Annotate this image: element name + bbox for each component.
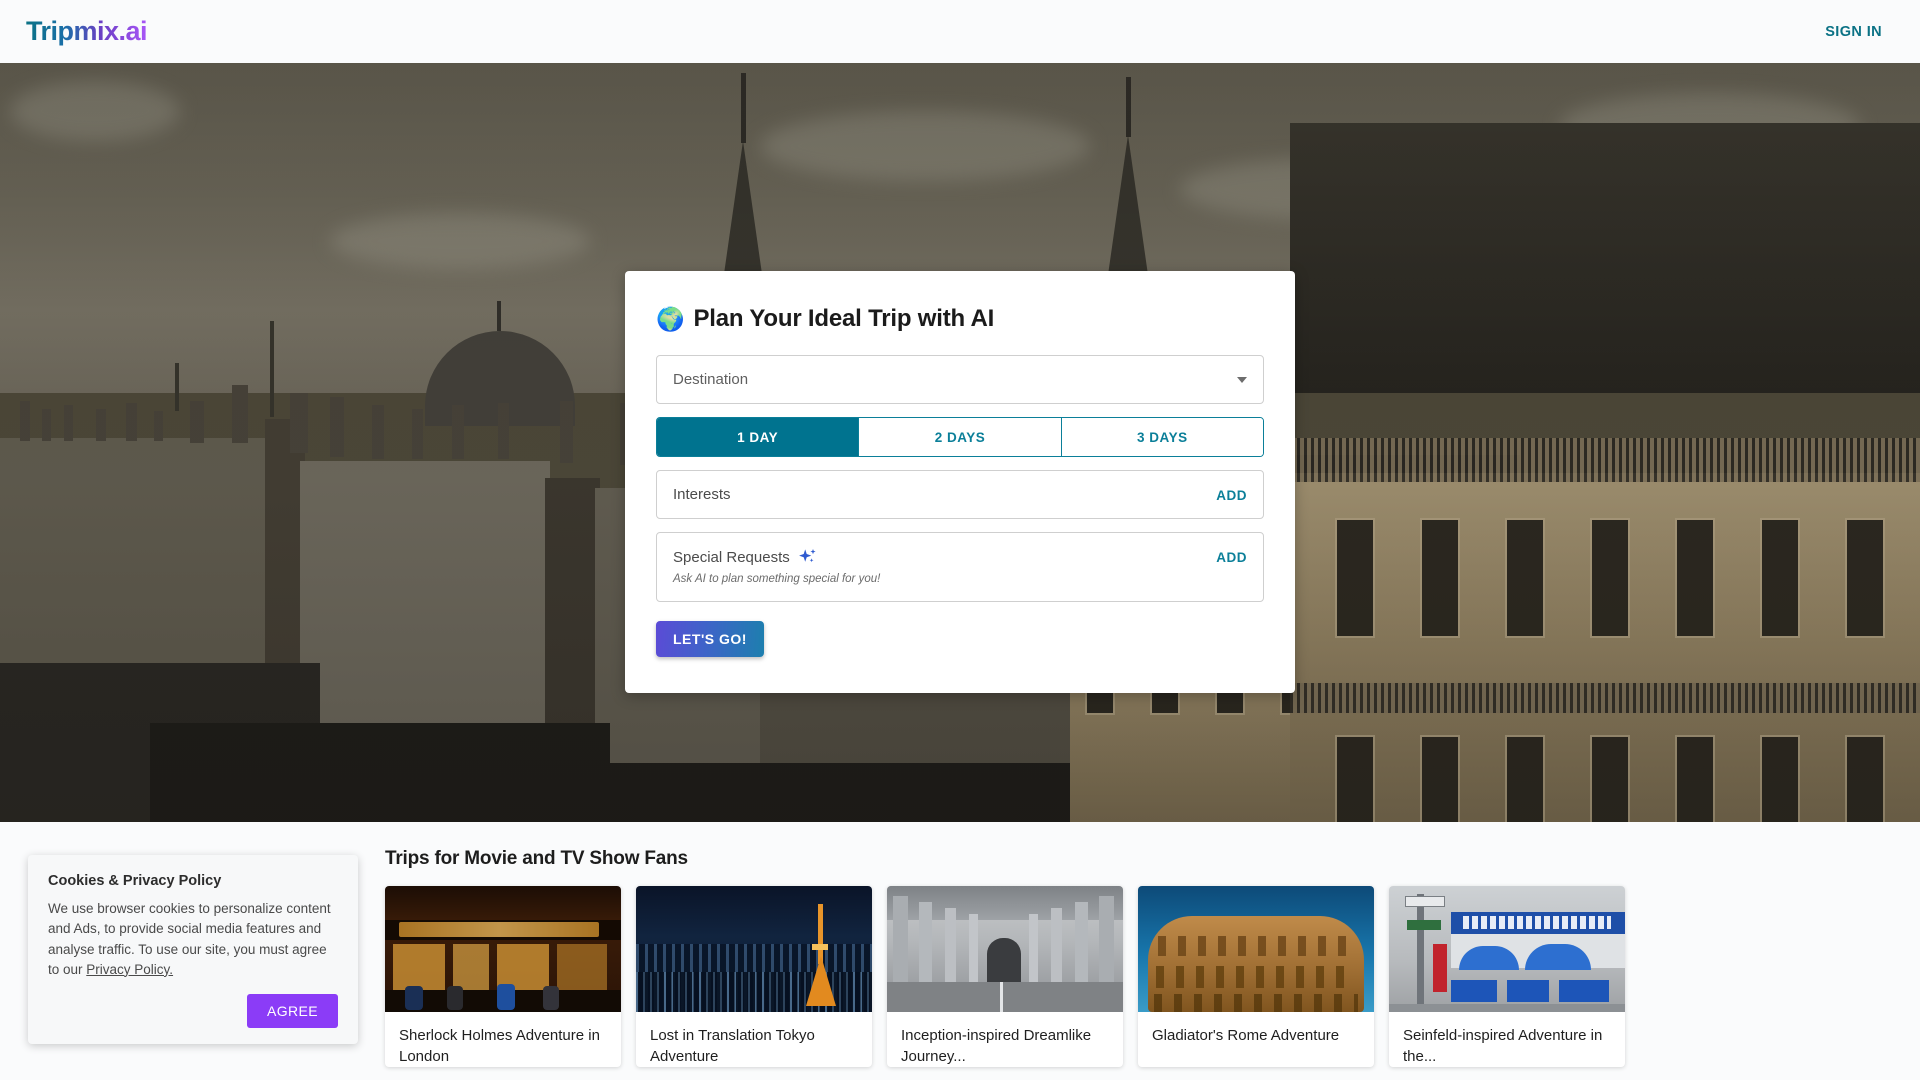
destination-select[interactable]: Destination [656, 355, 1264, 404]
trip-card-title: Sherlock Holmes Adventure in London [399, 1027, 600, 1065]
planner-title-text: Plan Your Ideal Trip with AI [693, 305, 995, 332]
interests-label: Interests [673, 486, 731, 503]
interests-row[interactable]: Interests ADD [656, 470, 1264, 519]
planner-title: 🌍 Plan Your Ideal Trip with AI [656, 305, 1264, 333]
trip-card-image [887, 886, 1123, 1012]
destination-placeholder: Destination [673, 371, 749, 388]
agree-button[interactable]: AGREE [246, 994, 338, 1028]
cookie-banner-actions: AGREE [48, 994, 338, 1028]
tab-1-day[interactable]: 1 DAY [657, 418, 860, 456]
special-requests-label: Special Requests [673, 548, 790, 566]
globe-icon: 🌍 [656, 305, 685, 332]
privacy-policy-link[interactable]: Privacy Policy. [86, 962, 173, 977]
special-requests-add-button[interactable]: ADD [1216, 548, 1247, 565]
trip-card-title: Seinfeld-inspired Adventure in the... [1403, 1027, 1603, 1065]
lets-go-button[interactable]: LET'S GO! [656, 621, 764, 657]
trips-section-title: Trips for Movie and TV Show Fans [385, 848, 688, 869]
hero-banner: 🌍 Plan Your Ideal Trip with AI Destinati… [0, 63, 1920, 822]
interests-add-button[interactable]: ADD [1216, 486, 1247, 503]
cookie-consent-banner: Cookies & Privacy Policy We use browser … [28, 855, 358, 1044]
trip-card-image [1138, 886, 1374, 1012]
trip-card-title: Inception-inspired Dreamlike Journey... [901, 1027, 1092, 1065]
trip-card[interactable]: Sherlock Holmes Adventure in London [385, 886, 621, 1068]
trips-carousel[interactable]: Sherlock Holmes Adventure in London Lost… [385, 886, 1920, 1068]
cookie-banner-text: We use browser cookies to personalize co… [48, 899, 338, 980]
special-requests-row[interactable]: Special Requests Ask AI to plan somethin… [656, 532, 1264, 602]
trip-card-title: Gladiator's Rome Adventure [1152, 1027, 1340, 1044]
chevron-down-icon[interactable] [1237, 376, 1247, 383]
trip-card-image [385, 886, 621, 1012]
trip-card[interactable]: Lost in Translation Tokyo Adventure [636, 886, 872, 1068]
duration-tab-group: 1 DAY 2 DAYS 3 DAYS [656, 417, 1264, 457]
trip-card[interactable]: Gladiator's Rome Adventure [1138, 886, 1374, 1068]
trip-card-image [636, 886, 872, 1012]
sparkle-icon [798, 548, 818, 566]
special-requests-label-wrap: Special Requests [673, 548, 880, 566]
brand-logo[interactable]: Tripmix.ai [26, 16, 148, 47]
trip-card-image [1389, 886, 1625, 1012]
tab-3-days[interactable]: 3 DAYS [1061, 418, 1263, 456]
cookie-banner-title: Cookies & Privacy Policy [48, 873, 222, 889]
trip-card[interactable]: Inception-inspired Dreamlike Journey... [887, 886, 1123, 1068]
sign-in-button[interactable]: SIGN IN [1815, 16, 1892, 48]
trip-planner-card: 🌍 Plan Your Ideal Trip with AI Destinati… [625, 271, 1295, 693]
trip-card[interactable]: Seinfeld-inspired Adventure in the... [1389, 886, 1625, 1068]
app-header: Tripmix.ai SIGN IN [0, 0, 1920, 63]
tab-2-days[interactable]: 2 DAYS [859, 418, 1062, 456]
special-requests-hint: Ask AI to plan something special for you… [673, 573, 881, 585]
trip-card-title: Lost in Translation Tokyo Adventure [650, 1027, 815, 1065]
